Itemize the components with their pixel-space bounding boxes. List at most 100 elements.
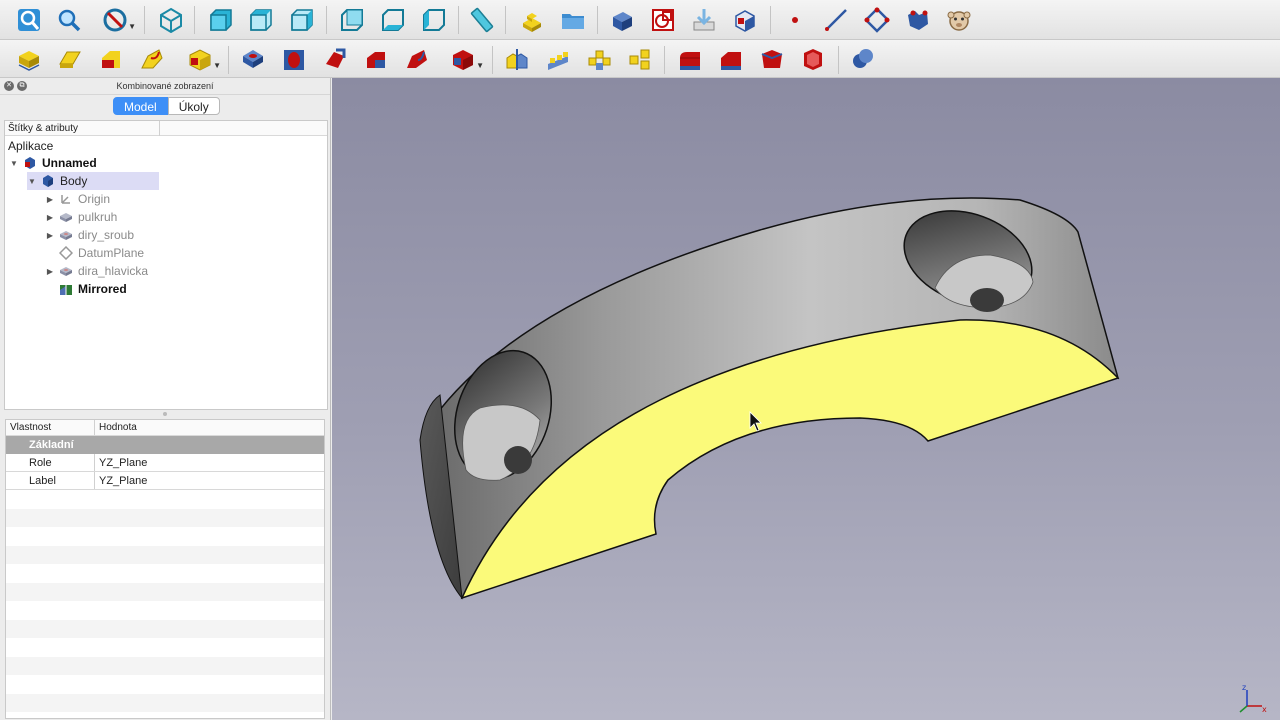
float-icon[interactable]: ⧉	[17, 81, 27, 91]
linear-pattern-icon[interactable]	[543, 44, 573, 74]
tree-item-datumplane[interactable]: DatumPlane	[58, 244, 145, 262]
part-model[interactable]	[419, 194, 1120, 600]
tree-item-dira-hlavicka[interactable]: ▶ dira_hlavicka	[45, 262, 148, 280]
property-empty-area	[6, 490, 324, 718]
datum-plane-icon	[58, 245, 74, 261]
combo-view-tabs: Model Úkoly	[113, 97, 220, 115]
additive-loft-icon[interactable]	[96, 44, 126, 74]
chamfer-icon[interactable]	[716, 44, 746, 74]
subtractive-primitive-icon[interactable]: ▼	[448, 44, 484, 74]
expand-arrow-icon[interactable]: ▼	[27, 177, 37, 186]
combo-view-panel: ✕ ⧉ Kombinované zobrazení Model Úkoly Št…	[0, 78, 331, 720]
subtractive-pipe-icon[interactable]	[402, 44, 432, 74]
rear-view-icon[interactable]	[337, 5, 367, 35]
measure-distance-icon[interactable]	[467, 5, 497, 35]
view-fit-all-icon[interactable]	[14, 5, 44, 35]
left-view-icon[interactable]	[419, 5, 449, 35]
create-part-icon[interactable]	[517, 5, 547, 35]
tab-tasks[interactable]: Úkoly	[167, 97, 220, 115]
draw-style-icon[interactable]: ▼	[100, 5, 136, 35]
tree-item-origin[interactable]: ▶ Origin	[45, 190, 110, 208]
bottom-view-icon[interactable]	[378, 5, 408, 35]
validate-sketch-icon[interactable]	[689, 5, 719, 35]
tree-item-mirrored[interactable]: Mirrored	[59, 280, 127, 298]
combo-view-title: Kombinované zobrazení	[116, 81, 214, 91]
multitransform-icon[interactable]	[625, 44, 655, 74]
origin-icon	[59, 192, 73, 206]
collapse-arrow-icon[interactable]: ▶	[45, 195, 55, 204]
tree-item-label: Unnamed	[42, 156, 97, 170]
datum-point-icon[interactable]	[780, 5, 810, 35]
polar-pattern-icon[interactable]	[584, 44, 614, 74]
pad-icon[interactable]	[14, 44, 44, 74]
body-icon	[41, 174, 55, 188]
thickness-icon[interactable]	[798, 44, 828, 74]
property-column-header[interactable]: Vlastnost	[6, 420, 95, 435]
create-body-icon[interactable]	[607, 5, 637, 35]
pocket-icon	[59, 228, 73, 242]
combo-view-titlebar: ✕ ⧉ Kombinované zobrazení	[0, 78, 330, 95]
revolution-icon[interactable]	[55, 44, 85, 74]
property-row-label[interactable]: Label YZ_Plane	[6, 472, 324, 490]
collapse-arrow-icon[interactable]: ▶	[45, 267, 55, 276]
tree-header: Štítky & atributy	[5, 121, 327, 136]
top-view-icon[interactable]	[246, 5, 276, 35]
fillet-icon[interactable]	[675, 44, 705, 74]
pocket-icon	[59, 264, 73, 278]
mirrored-icon	[59, 282, 73, 296]
create-sketch-icon[interactable]	[648, 5, 678, 35]
tree-root-label: Aplikace	[8, 139, 54, 153]
right-view-icon[interactable]	[287, 5, 317, 35]
clone-icon[interactable]	[730, 5, 760, 35]
panel-splitter[interactable]	[0, 410, 331, 418]
tab-model[interactable]: Model	[113, 97, 168, 115]
tree-item-label: DatumPlane	[78, 246, 145, 260]
view-fit-selection-icon[interactable]	[54, 5, 84, 35]
property-value[interactable]: YZ_Plane	[95, 454, 147, 471]
create-group-icon[interactable]	[558, 5, 588, 35]
tree-item-body[interactable]: ▼ Body	[27, 172, 159, 190]
datum-plane-icon[interactable]	[862, 5, 892, 35]
sub-shape-binder-icon[interactable]	[944, 5, 974, 35]
boolean-icon[interactable]	[848, 44, 878, 74]
property-value[interactable]: YZ_Plane	[95, 472, 147, 489]
isometric-view-icon[interactable]	[156, 5, 186, 35]
tree-item-label: pulkruh	[78, 210, 118, 224]
front-view-icon[interactable]	[206, 5, 236, 35]
value-column-header[interactable]: Hodnota	[95, 420, 137, 435]
collapse-arrow-icon[interactable]: ▶	[45, 231, 55, 240]
close-icon[interactable]: ✕	[4, 81, 14, 91]
pocket-icon[interactable]	[238, 44, 268, 74]
svg-text:z: z	[1242, 683, 1246, 692]
hole-icon[interactable]	[279, 44, 309, 74]
additive-primitive-icon[interactable]: ▼	[185, 44, 221, 74]
additive-pipe-icon[interactable]	[137, 44, 167, 74]
toolbar-view: ▼	[0, 0, 1280, 40]
expand-arrow-icon[interactable]: ▼	[9, 159, 19, 168]
mirrored-icon[interactable]	[502, 44, 532, 74]
property-editor: Vlastnost Hodnota Základní Role YZ_Plane…	[5, 419, 325, 719]
axis-triad-icon: x z	[1239, 683, 1267, 714]
property-key: Role	[6, 454, 95, 471]
tree-item-pulkruh[interactable]: ▶ pulkruh	[45, 208, 117, 226]
tree-item-label: diry_sroub	[78, 228, 135, 242]
3d-viewport[interactable]: x z	[332, 78, 1280, 720]
tree-header-labels: Štítky & atributy	[8, 123, 79, 134]
property-group[interactable]: Základní	[6, 436, 324, 454]
collapse-arrow-icon[interactable]: ▶	[45, 213, 55, 222]
groove-icon[interactable]	[320, 44, 350, 74]
toolbar-part-design: ▼ ▼	[0, 40, 1280, 78]
svg-text:x: x	[1262, 705, 1267, 714]
datum-line-icon[interactable]	[821, 5, 851, 35]
document-icon	[23, 156, 37, 170]
tree-item-unnamed[interactable]: ▼ Unnamed	[9, 154, 97, 172]
property-key: Label	[6, 472, 95, 489]
draft-icon[interactable]	[757, 44, 787, 74]
property-row-role[interactable]: Role YZ_Plane	[6, 454, 324, 472]
tree-item-label: Body	[60, 174, 88, 188]
tree-item-diry-sroub[interactable]: ▶ diry_sroub	[45, 226, 134, 244]
shape-binder-icon[interactable]	[903, 5, 933, 35]
tree-item-label: dira_hlavicka	[78, 264, 149, 278]
subtractive-loft-icon[interactable]	[361, 44, 391, 74]
tree-item-label: Origin	[78, 192, 111, 206]
